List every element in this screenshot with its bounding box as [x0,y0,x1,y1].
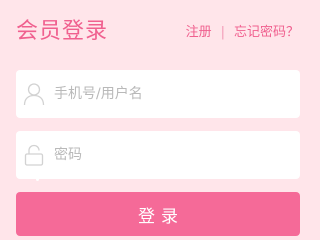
header-links: 注册 | 忘记密码？ [186,23,299,43]
register-link[interactable]: 注册 [186,23,212,43]
username-field[interactable] [16,70,300,118]
link-separator: | [220,25,225,40]
forgot-password-link[interactable]: 忘记密码？ [234,23,299,43]
decorative-dot [36,178,39,181]
login-button[interactable]: 登录 [16,192,300,236]
user-icon [16,70,52,118]
password-field[interactable] [16,131,300,179]
page-title: 会员登录 [16,19,109,44]
username-input[interactable] [54,74,284,114]
password-input[interactable] [54,135,284,175]
lock-icon [16,131,52,179]
